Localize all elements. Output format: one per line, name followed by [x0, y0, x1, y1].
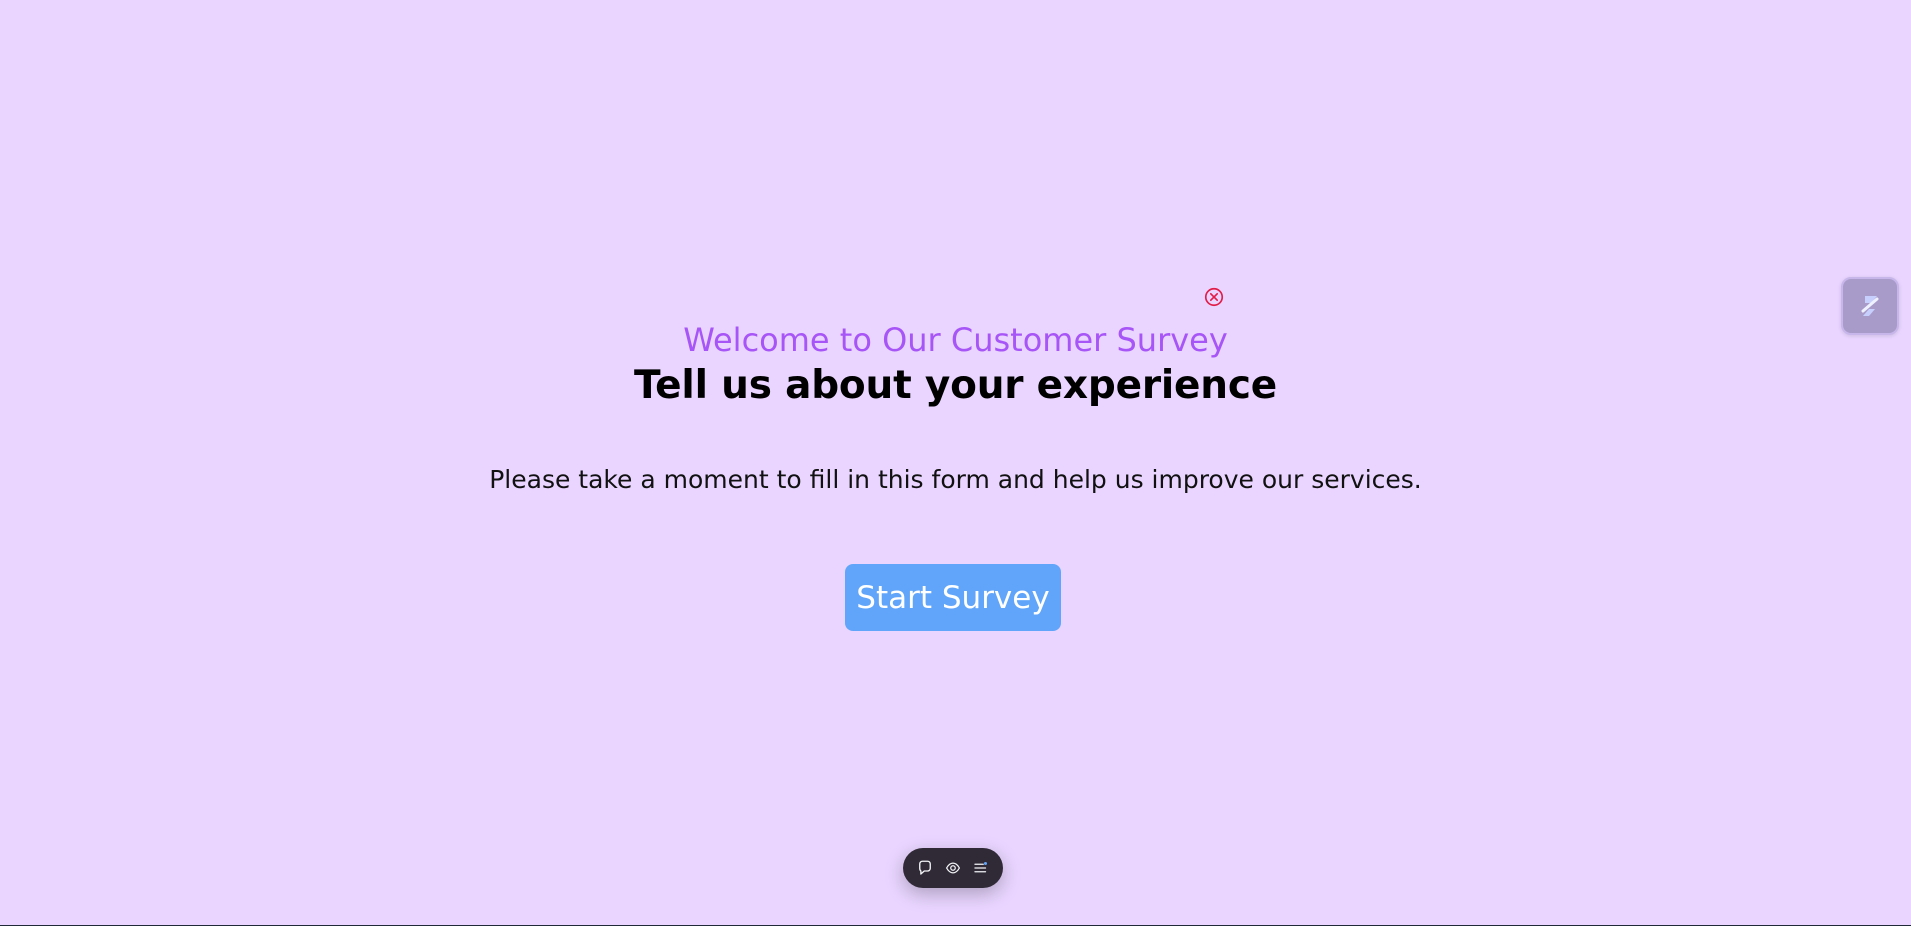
menu-tool-button[interactable] — [971, 858, 991, 878]
chat-tool-button[interactable] — [915, 858, 935, 878]
start-survey-button[interactable]: Start Survey — [845, 564, 1061, 631]
survey-title: Tell us about your experience — [633, 363, 1278, 408]
eye-icon — [945, 862, 961, 874]
survey-header: Welcome to Our Customer Survey Tell us a… — [0, 318, 1911, 410]
close-circle-icon[interactable] — [1203, 286, 1225, 308]
bottom-toolbar — [903, 848, 1003, 888]
survey-description: Please take a moment to fill in this for… — [489, 465, 1422, 494]
survey-page: Welcome to Our Customer Survey Tell us a… — [0, 0, 1911, 926]
side-widget-button[interactable] — [1841, 277, 1899, 335]
survey-subtitle: Welcome to Our Customer Survey — [683, 321, 1228, 359]
list-menu-icon — [974, 862, 987, 873]
chat-bubble-icon — [919, 860, 931, 875]
preview-tool-button[interactable] — [943, 858, 963, 878]
slash-logo-icon — [1861, 296, 1879, 316]
